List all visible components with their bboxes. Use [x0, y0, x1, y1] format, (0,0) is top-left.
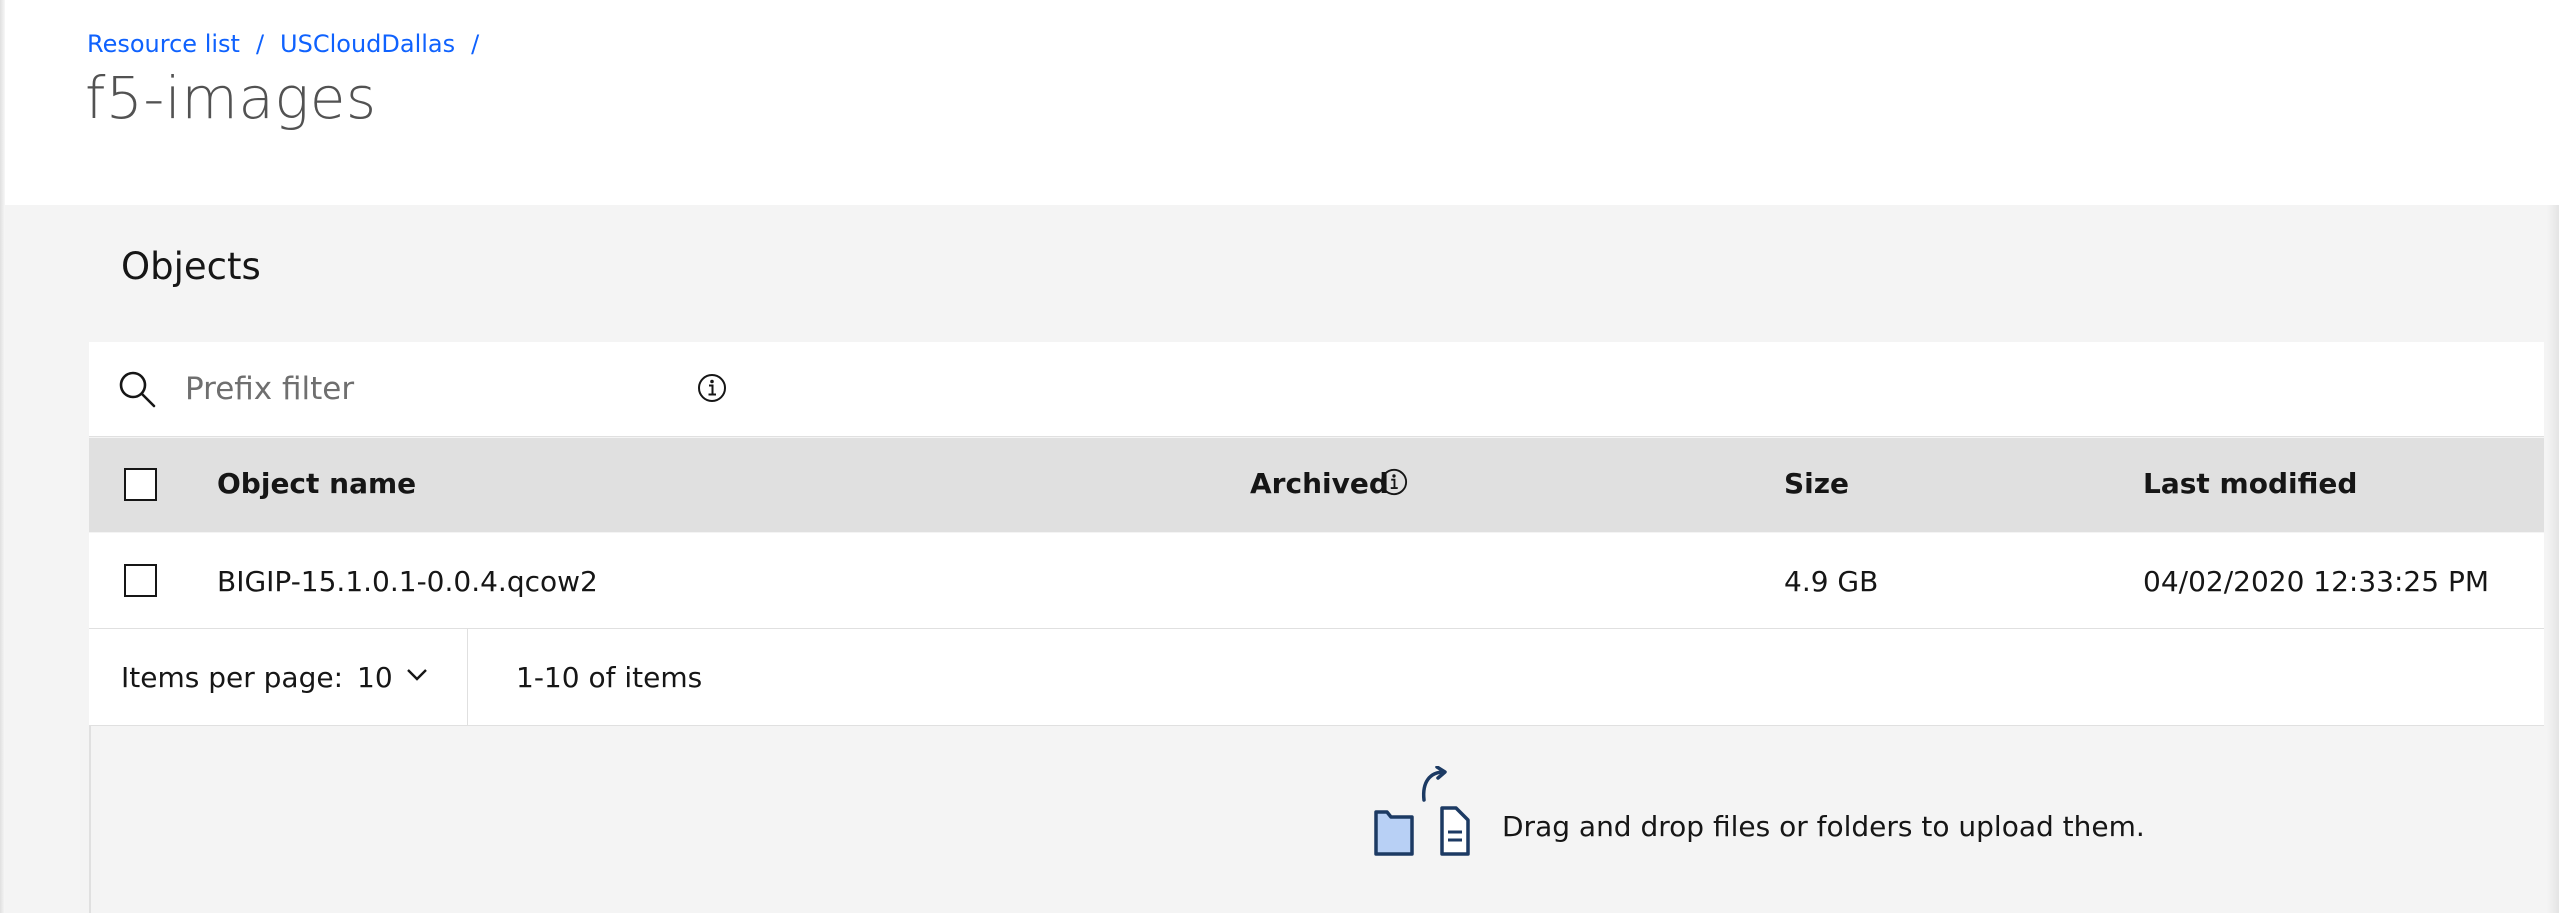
size-cell: 4.9 GB — [1784, 565, 1879, 598]
prefix-filter-input[interactable] — [185, 365, 665, 413]
dropzone-text: Drag and drop files or folders to upload… — [1502, 810, 2145, 843]
pagination-range: 1-10 of items — [516, 661, 703, 694]
info-icon[interactable] — [1380, 468, 1408, 496]
items-per-page-select[interactable]: 10 — [357, 661, 393, 694]
dropzone-border — [89, 726, 91, 913]
pagination-bar — [89, 629, 2544, 726]
row-checkbox[interactable] — [124, 564, 157, 597]
breadcrumb-separator: / — [255, 30, 265, 58]
column-header-archived[interactable]: Archived — [1250, 467, 1389, 500]
breadcrumb-region-link[interactable]: USCloudDallas — [280, 30, 455, 58]
search-icon — [119, 371, 156, 408]
info-icon[interactable] — [697, 373, 727, 403]
upload-icon[interactable] — [1372, 766, 1486, 858]
breadcrumb: Resource list / USCloudDallas / — [87, 30, 495, 58]
select-all-checkbox[interactable] — [124, 468, 157, 501]
column-header-object-name[interactable]: Object name — [217, 467, 416, 500]
pagination-divider — [467, 629, 468, 726]
section-title: Objects — [121, 245, 261, 288]
column-header-last-modified[interactable]: Last modified — [2143, 467, 2357, 500]
column-header-size[interactable]: Size — [1784, 467, 1849, 500]
right-scroll-shadow — [2547, 205, 2559, 913]
breadcrumb-resource-list-link[interactable]: Resource list — [87, 30, 240, 58]
object-name-cell[interactable]: BIGIP-15.1.0.1-0.0.4.qcow2 — [217, 565, 598, 598]
items-per-page-label: Items per page: — [121, 661, 344, 694]
chevron-down-icon[interactable] — [406, 667, 428, 683]
page-title: f5-images — [85, 64, 377, 132]
breadcrumb-separator: / — [471, 30, 480, 58]
page: Resource list / USCloudDallas / f5-image… — [0, 0, 2559, 913]
last-modified-cell: 04/02/2020 12:33:25 PM — [2143, 565, 2489, 598]
